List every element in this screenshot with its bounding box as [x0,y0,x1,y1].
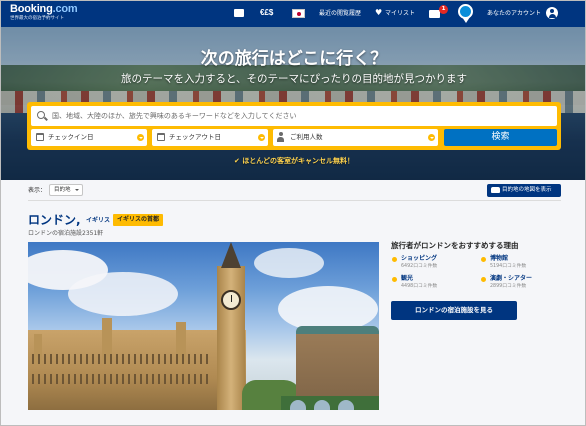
city-title[interactable]: ロンドン, [28,213,81,227]
bullet-icon [481,277,486,282]
checkin-field[interactable]: チェックイン日 [31,129,147,146]
cloud [68,272,178,316]
reason-item-sightseeing: 観光 [401,275,414,282]
bullet-icon [481,257,486,262]
destination-input[interactable]: 国、地域、大陸のほか、旅先で興味のあるキーワードなどを入力してください [31,106,557,126]
bridge-arch [290,400,306,410]
japan-flag-icon[interactable] [292,9,305,18]
calendar-icon [36,133,44,141]
bullet-icon [392,257,397,262]
checkout-field[interactable]: チェックアウト日 [152,129,268,146]
reasons-title: 旅行者がロンドンをおすすめする理由 [391,241,519,250]
big-ben-tower [217,266,245,410]
london-photo[interactable] [28,242,379,410]
parliament-building [28,330,246,410]
logo-tagline: 世界最大の宿泊予約サイト [10,16,64,21]
chevron-down-icon [428,134,435,141]
account-link[interactable]: あなたのアカウント [487,8,541,19]
cloud [254,248,324,278]
capital-badge: イギリスの首都 [113,214,164,226]
see-properties-button[interactable]: ロンドンの宿泊施設を見る [391,301,517,320]
map-icon [491,187,500,193]
heart-icon: ♥ [375,8,383,17]
chevron-down-icon [75,189,79,191]
bridge-arch [314,400,330,410]
country-name: イギリス [86,217,111,224]
parliament-windows [32,354,212,364]
hero-title: 次の旅行はどこに行く？ [200,49,388,69]
page-frame: Booking.com 世界最大の宿泊予約サイト €£$ 最近の閲覧履歴 ♥ マ… [0,0,586,426]
reason-item-theatre: 演劇・シアター [490,275,533,282]
reason-item-shopping: ショッピング [401,255,438,262]
property-count: ロンドンの宿泊施設2351軒 [28,230,104,237]
guests-field[interactable]: ご利用人数 [273,129,438,146]
calendar-icon [157,133,165,141]
hero-subtitle: 旅のテーマを入力すると、そのテーマにぴったりの目的地が見つかります [120,73,468,85]
big-ben-spire [221,242,241,268]
wishlist-link[interactable]: マイリスト [385,8,415,19]
person-icon [277,132,284,142]
free-cancellation-note: ✔ ほとんどの客室がキャンセル無料！ [233,157,355,165]
search-icon [37,111,45,119]
display-label: 表示： [28,187,47,194]
reason-count: 5194口コミ件数 [490,264,527,269]
reason-count: 6492口コミ件数 [401,264,438,269]
bridge-arch [338,400,354,410]
location-pin-tail [462,17,470,23]
reason-count: 2899口コミ件数 [490,284,527,289]
reason-item-museums: 博物館 [490,255,509,262]
clock-icon [221,290,241,310]
account-avatar-icon[interactable] [546,7,558,19]
parliament-windows [32,374,212,384]
currency-selector[interactable]: €£$ [260,7,273,19]
booking-logo[interactable]: Booking.com [10,3,78,15]
top-nav-bar: Booking.com 世界最大の宿泊予約サイト €£$ 最近の閲覧履歴 ♥ マ… [1,1,585,27]
reason-count: 4498口コミ件数 [401,284,438,289]
search-button[interactable]: 検索 [444,129,557,146]
chat-icon[interactable] [234,9,244,17]
recently-viewed-link[interactable]: 最近の閲覧履歴 [319,8,361,19]
chevron-down-icon [258,134,265,141]
notification-badge: 1 [439,5,448,14]
bullet-icon [392,277,397,282]
divider [28,200,561,201]
chevron-down-icon [137,134,144,141]
